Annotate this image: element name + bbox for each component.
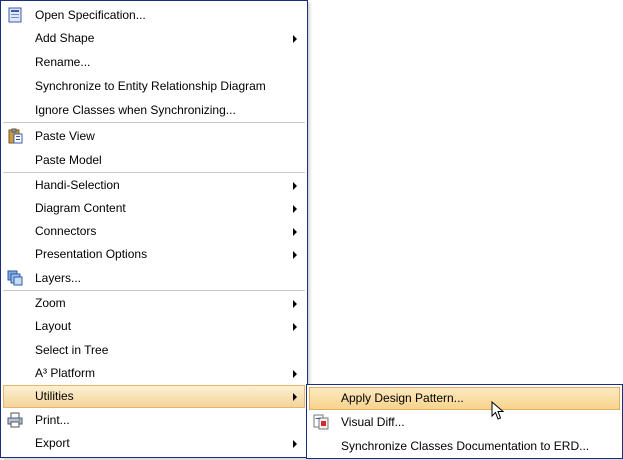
menu-item-label: Utilities — [35, 389, 74, 403]
layers-icon — [7, 270, 23, 286]
submenu-arrow-icon — [293, 300, 297, 308]
menu-item-label: Layers... — [35, 271, 82, 285]
menu-item-label: Ignore Classes when Synchronizing... — [35, 103, 236, 117]
menu-item-apply-design-pattern[interactable]: Apply Design Pattern... — [309, 387, 620, 410]
paste-icon — [8, 128, 23, 144]
menu-item-diagram-content[interactable]: Diagram Content — [3, 197, 305, 220]
menu-item-layers[interactable]: Layers... — [3, 267, 305, 290]
menu-item-a3-platform[interactable]: A³ Platform — [3, 362, 305, 385]
menu-item-label: Synchronize to Entity Relationship Diagr… — [35, 79, 266, 93]
menu-separator — [3, 122, 305, 123]
menu-item-export[interactable]: Export — [3, 432, 305, 455]
menu-item-sync-classes-doc-erd[interactable]: Synchronize Classes Documentation to ERD… — [309, 435, 620, 458]
submenu-arrow-icon — [293, 323, 297, 331]
menu-item-label: Add Shape — [35, 31, 95, 45]
menu-item-open-specification[interactable]: Open Specification... — [3, 4, 305, 27]
menu-item-visual-diff[interactable]: Visual Diff... — [309, 411, 620, 434]
mouse-cursor-icon — [491, 401, 505, 420]
menu-separator — [3, 172, 305, 173]
menu-item-label: Export — [35, 436, 70, 450]
submenu-arrow-icon — [293, 228, 297, 236]
menu-item-label: Rename... — [35, 55, 91, 69]
menu-item-label: Connectors — [35, 224, 97, 238]
menu-item-print[interactable]: Print... — [3, 409, 305, 432]
menu-item-paste-view[interactable]: Paste View — [3, 125, 305, 148]
submenu-arrow-icon — [293, 182, 297, 190]
menu-item-label: Layout — [35, 319, 72, 333]
menu-item-label: Synchronize Classes Documentation to ERD… — [341, 439, 590, 453]
menu-item-paste-model[interactable]: Paste Model — [3, 149, 305, 172]
submenu-arrow-icon — [293, 393, 297, 401]
menu-item-label: Apply Design Pattern... — [341, 391, 464, 405]
menu-item-handi-selection[interactable]: Handi-Selection — [3, 174, 305, 197]
submenu-arrow-icon — [293, 35, 297, 43]
submenu-arrow-icon — [293, 370, 297, 378]
visual-diff-icon — [313, 414, 329, 430]
menu-item-label: Select in Tree — [35, 343, 109, 357]
specification-icon — [8, 7, 22, 23]
submenu-arrow-icon — [293, 440, 297, 448]
menu-item-presentation-options[interactable]: Presentation Options — [3, 243, 305, 266]
menu-item-label: Zoom — [35, 296, 66, 310]
menu-item-rename[interactable]: Rename... — [3, 51, 305, 74]
menu-item-label: Print... — [35, 413, 70, 427]
submenu-arrow-icon — [293, 251, 297, 259]
menu-item-synchronize-erd[interactable]: Synchronize to Entity Relationship Diagr… — [3, 75, 305, 98]
submenu-arrow-icon — [293, 205, 297, 213]
menu-item-connectors[interactable]: Connectors — [3, 220, 305, 243]
menu-item-zoom[interactable]: Zoom — [3, 292, 305, 315]
menu-item-ignore-classes[interactable]: Ignore Classes when Synchronizing... — [3, 99, 305, 122]
menu-item-label: A³ Platform — [35, 366, 96, 380]
menu-item-utilities[interactable]: Utilities — [3, 385, 305, 408]
menu-item-label: Presentation Options — [35, 247, 148, 261]
menu-separator — [3, 290, 305, 291]
menu-item-select-in-tree[interactable]: Select in Tree — [3, 339, 305, 362]
menu-item-label: Paste Model — [35, 153, 102, 167]
menu-item-layout[interactable]: Layout — [3, 315, 305, 338]
context-menu: Open Specification... Add Shape Rename..… — [0, 0, 308, 458]
print-icon — [7, 412, 23, 428]
utilities-submenu: Apply Design Pattern... Visual Diff... S… — [306, 384, 623, 459]
menu-item-add-shape[interactable]: Add Shape — [3, 27, 305, 50]
menu-item-label: Open Specification... — [35, 8, 146, 22]
menu-item-label: Paste View — [35, 129, 95, 143]
menu-item-label: Handi-Selection — [35, 178, 120, 192]
menu-item-label: Diagram Content — [35, 201, 126, 215]
menu-item-label: Visual Diff... — [341, 415, 405, 429]
